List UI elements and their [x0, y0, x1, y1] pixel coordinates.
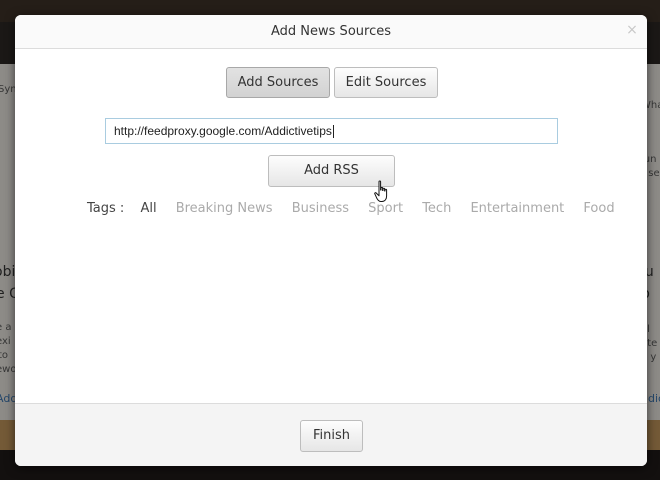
- tag-tech[interactable]: Tech: [422, 201, 451, 216]
- add-news-sources-dialog: Add News Sources × Add Sources Edit Sour…: [15, 15, 647, 466]
- dialog-header: Add News Sources ×: [15, 15, 647, 49]
- tag-breaking-news[interactable]: Breaking News: [176, 201, 273, 216]
- close-icon[interactable]: ×: [625, 23, 639, 37]
- tag-all[interactable]: All: [140, 201, 156, 216]
- tag-food[interactable]: Food: [583, 201, 614, 216]
- dialog-title: Add News Sources: [271, 24, 391, 39]
- rss-url-value: http://feedproxy.google.com/Addictivetip…: [114, 124, 332, 138]
- hand-pointer-icon: [374, 180, 388, 202]
- tags-label: Tags :: [87, 201, 125, 216]
- tab-add-sources[interactable]: Add Sources: [226, 67, 330, 98]
- finish-button[interactable]: Finish: [300, 420, 363, 452]
- dialog-footer: Finish: [15, 403, 647, 466]
- tag-entertainment[interactable]: Entertainment: [470, 201, 564, 216]
- tab-edit-sources[interactable]: Edit Sources: [334, 67, 438, 98]
- rss-url-input[interactable]: http://feedproxy.google.com/Addictivetip…: [105, 118, 558, 144]
- tags-filter: Tags : All Breaking News Business Sport …: [87, 201, 630, 221]
- text-caret: [332, 125, 334, 139]
- tag-business[interactable]: Business: [292, 201, 349, 216]
